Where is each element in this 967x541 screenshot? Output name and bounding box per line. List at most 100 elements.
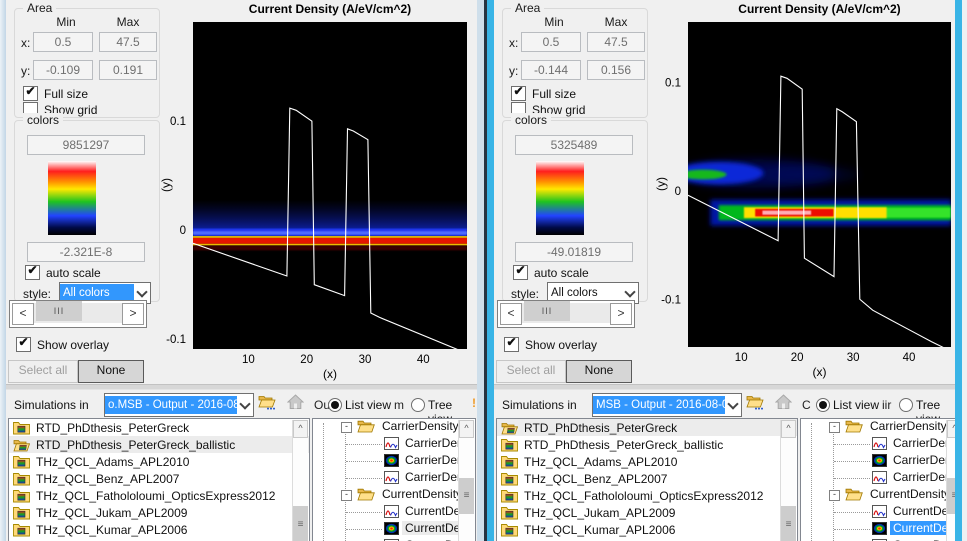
tree-folder-row[interactable]: -CarrierDensity [313,419,475,436]
tree-item-row[interactable]: CurrentDensity [801,504,963,521]
tree-item-row[interactable]: CarrierDensity [801,436,963,453]
collapse-icon[interactable]: - [341,490,352,501]
simulation-list-item[interactable]: RTD_PhDthesis_PeterGreck [497,419,797,436]
chevron-down-icon[interactable] [237,394,253,416]
select-all-button[interactable]: Select all [496,360,566,383]
none-button[interactable]: None [78,360,144,383]
scroll-left-button[interactable]: < [12,303,34,325]
scrollbar-thumb[interactable]: III [524,301,570,321]
home-icon[interactable] [775,394,795,411]
tree-item-row[interactable]: CarrierDensity [801,453,963,470]
simulation-list-item[interactable]: THz_QCL_Kumar_APL2006 [9,521,309,538]
scroll-right-button[interactable]: > [610,303,632,325]
scroll-up-button[interactable]: ^ [459,420,474,438]
tree-item-row[interactable]: CarrierDensity [313,436,475,453]
x-min-field[interactable]: 0.5 [33,32,93,52]
y-min-field[interactable]: -0.144 [521,60,581,80]
simulation-list[interactable]: RTD_PhDthesis_PeterGreckRTD_PhDthesis_Pe… [8,418,310,541]
frame-scrollbar[interactable]: < III > [497,300,635,328]
show-overlay-checkbox[interactable]: ✔ Show overlay [504,337,597,352]
simulation-list-item[interactable]: THz_QCL_Fathololoumi_OpticsExpress2012 [497,487,797,504]
tree-folder-row[interactable]: -CurrentDensity [801,487,963,504]
tree-view-radio[interactable] [411,398,425,412]
list-view-radio[interactable] [816,398,830,412]
tree-view-radio[interactable] [899,398,913,412]
simulation-list-item[interactable]: THz_QCL_Jukam_APL2009 [497,504,797,521]
simulations-dropdown[interactable]: o.MSB - Output - 2016-08-09 [104,393,254,417]
tree-item-row[interactable]: CurrentDensity [313,504,475,521]
checkbox-box[interactable]: ✔ [25,265,40,280]
color-scale-min-field[interactable]: -2.321E-8 [27,242,145,262]
home-icon[interactable] [287,394,307,411]
list-view-label[interactable]: List view [833,398,879,412]
x-min-field[interactable]: 0.5 [521,32,581,52]
tree-folder-row[interactable]: -CarrierDensity [801,419,963,436]
simulation-list-item[interactable]: RTD_PhDthesis_PeterGreck [9,419,309,436]
tree-item-row[interactable]: CarrierDensity [801,470,963,487]
scrollbar-thumb[interactable]: ≡ [459,478,474,514]
frame-scrollbar[interactable]: < III > [9,300,147,328]
simulation-list-item[interactable]: THz_QCL_Fathololoumi_OpticsExpress2012 [9,487,309,504]
collapse-icon[interactable]: - [829,422,840,433]
chevron-down-icon[interactable] [725,394,741,416]
simulation-list-item[interactable]: THz_QCL_Jukam_APL2009 [9,504,309,521]
scroll-up-button[interactable]: ^ [293,420,308,438]
y-min-field[interactable]: -0.109 [33,60,93,80]
output-tree[interactable]: -CarrierDensityCarrierDensityCarrierDens… [312,418,476,541]
checkbox-box[interactable]: ✔ [16,337,31,352]
full-size-checkbox[interactable]: ✔ Full size [511,86,576,101]
none-button[interactable]: None [566,360,632,383]
splitter[interactable] [494,384,955,390]
simulation-list-item[interactable]: THz_QCL_Benz_APL2007 [9,470,309,487]
checkbox-box[interactable]: ✔ [511,86,526,101]
min-column-header: Min [39,15,93,29]
y-max-field[interactable]: 0.191 [99,60,157,80]
collapse-icon[interactable]: - [341,422,352,433]
scroll-right-button[interactable]: > [122,303,144,325]
color-scale-min-field[interactable]: -49.01819 [515,242,633,262]
max-column-header: Max [589,15,643,29]
browse-folder-icon[interactable] [746,394,766,411]
simulations-dropdown[interactable]: MSB - Output - 2016-08-09 [592,393,742,417]
simulations-dropdown-value: MSB - Output - 2016-08-09 [593,396,725,414]
x-max-field[interactable]: 47.5 [587,32,645,52]
checkbox-box[interactable]: ✔ [504,337,519,352]
list-view-label[interactable]: List view [345,398,391,412]
select-all-button[interactable]: Select all [8,360,78,383]
simulation-list-item[interactable]: THz_QCL_Benz_APL2007 [497,470,797,487]
color-scale-max-field[interactable]: 5325489 [515,135,633,155]
y-max-field[interactable]: 0.156 [587,60,645,80]
color-scale-max-field[interactable]: 9851297 [27,135,145,155]
scrollbar-thumb[interactable]: ≡ [293,506,308,541]
tree-item-row[interactable]: CarrierDensity [313,453,475,470]
scroll-up-button[interactable]: ^ [781,420,796,438]
splitter[interactable] [6,384,477,390]
tree-item-row[interactable]: CurrentDensity [801,521,963,538]
output-tree[interactable]: -CarrierDensityCarrierDensityCarrierDens… [800,418,964,541]
scroll-left-button[interactable]: < [500,303,522,325]
simulation-list[interactable]: RTD_PhDthesis_PeterGreckRTD_PhDthesis_Pe… [496,418,798,541]
tree-item-row[interactable]: CurrentDensity [313,521,475,538]
tree-item-row[interactable]: CarrierDensity [313,470,475,487]
simulation-list-item[interactable]: THz_QCL_Adams_APL2010 [9,453,309,470]
simulation-list-item[interactable]: RTD_PhDthesis_PeterGreck_ballistic [497,436,797,453]
browse-folder-icon[interactable] [258,394,278,411]
tree-vertical-scrollbar[interactable]: ^ ≡ [458,420,474,541]
collapse-icon[interactable]: - [829,490,840,501]
checkbox-box[interactable]: ✔ [23,86,38,101]
list-vertical-scrollbar[interactable]: ^ ≡ [292,420,308,541]
tree-folder-row[interactable]: -CurrentDensity [313,487,475,504]
scrollbar-thumb[interactable]: ≡ [781,506,796,541]
auto-scale-checkbox[interactable]: ✔ auto scale [513,265,589,280]
simulation-list-item[interactable]: RTD_PhDthesis_PeterGreck_ballistic [9,436,309,453]
full-size-checkbox[interactable]: ✔ Full size [23,86,88,101]
simulation-list-item[interactable]: THz_QCL_Adams_APL2010 [497,453,797,470]
scrollbar-thumb[interactable]: III [36,301,82,321]
list-view-radio[interactable] [328,398,342,412]
x-max-field[interactable]: 47.5 [99,32,157,52]
auto-scale-checkbox[interactable]: ✔ auto scale [25,265,101,280]
list-vertical-scrollbar[interactable]: ^ ≡ [780,420,796,541]
checkbox-box[interactable]: ✔ [513,265,528,280]
show-overlay-checkbox[interactable]: ✔ Show overlay [16,337,109,352]
simulation-list-item[interactable]: THz_QCL_Kumar_APL2006 [497,521,797,538]
